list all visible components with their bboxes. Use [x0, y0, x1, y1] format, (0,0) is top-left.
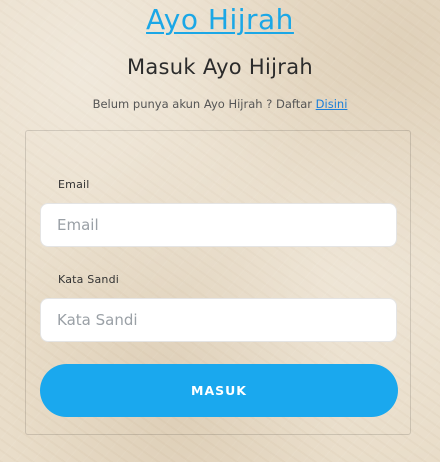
- register-prompt-text: Belum punya akun Ayo Hijrah ? Daftar: [92, 97, 313, 111]
- brand-title-link[interactable]: Ayo Hijrah: [0, 0, 440, 40]
- register-link[interactable]: Disini: [316, 97, 348, 111]
- password-field[interactable]: [40, 298, 397, 342]
- login-button[interactable]: MASUK: [40, 364, 398, 417]
- password-label: Kata Sandi: [58, 273, 120, 286]
- email-field[interactable]: [40, 203, 397, 247]
- page-title: Masuk Ayo Hijrah: [126, 55, 314, 79]
- email-label: Email: [58, 178, 90, 191]
- register-prompt: Belum punya akun Ayo Hijrah ? Daftar Dis…: [0, 94, 440, 114]
